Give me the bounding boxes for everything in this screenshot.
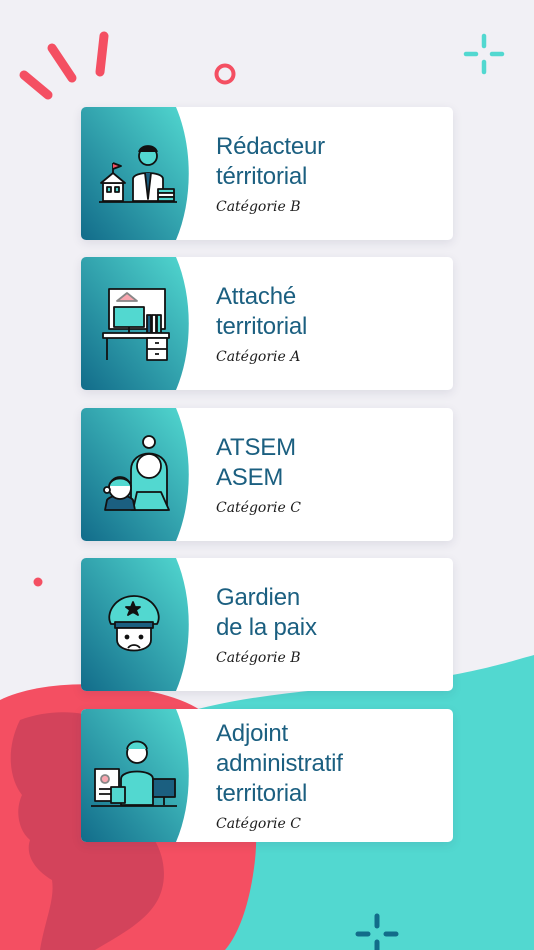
card-category: Catégorie A <box>216 349 301 365</box>
teal-plus-icon <box>463 33 505 75</box>
civil-servant-building-icon <box>99 145 177 203</box>
office-desk-icon <box>102 288 170 361</box>
administrative-clerk-icon <box>91 740 177 807</box>
card-title: ATSEM ASEM <box>216 434 296 491</box>
coral-stroke <box>19 70 53 100</box>
career-card[interactable]: ATSEM ASEM Catégorie C <box>81 408 453 541</box>
card-category: Catégorie B <box>216 199 301 215</box>
card-category: Catégorie C <box>216 500 301 516</box>
police-officer-icon <box>108 595 160 652</box>
career-card[interactable]: Adjoint administratif territorial Catégo… <box>81 709 453 842</box>
coral-dot <box>33 577 43 587</box>
card-title: Rédacteur térritorial <box>216 133 325 190</box>
coral-stroke <box>95 31 109 77</box>
career-card[interactable]: Attaché territorial Catégorie A <box>81 257 453 390</box>
card-title: Adjoint administratif territorial <box>216 720 343 807</box>
woman-child-icon <box>103 435 170 511</box>
career-card[interactable]: Gardien de la paix Catégorie B <box>81 558 453 691</box>
coral-ring <box>214 63 236 85</box>
card-title: Gardien de la paix <box>216 584 317 641</box>
card-category: Catégorie B <box>216 650 301 666</box>
card-category: Catégorie C <box>216 816 301 832</box>
career-card[interactable]: Rédacteur térritorial Catégorie B <box>81 107 453 240</box>
card-title: Attaché territorial <box>216 283 308 340</box>
coral-stroke <box>47 43 77 83</box>
